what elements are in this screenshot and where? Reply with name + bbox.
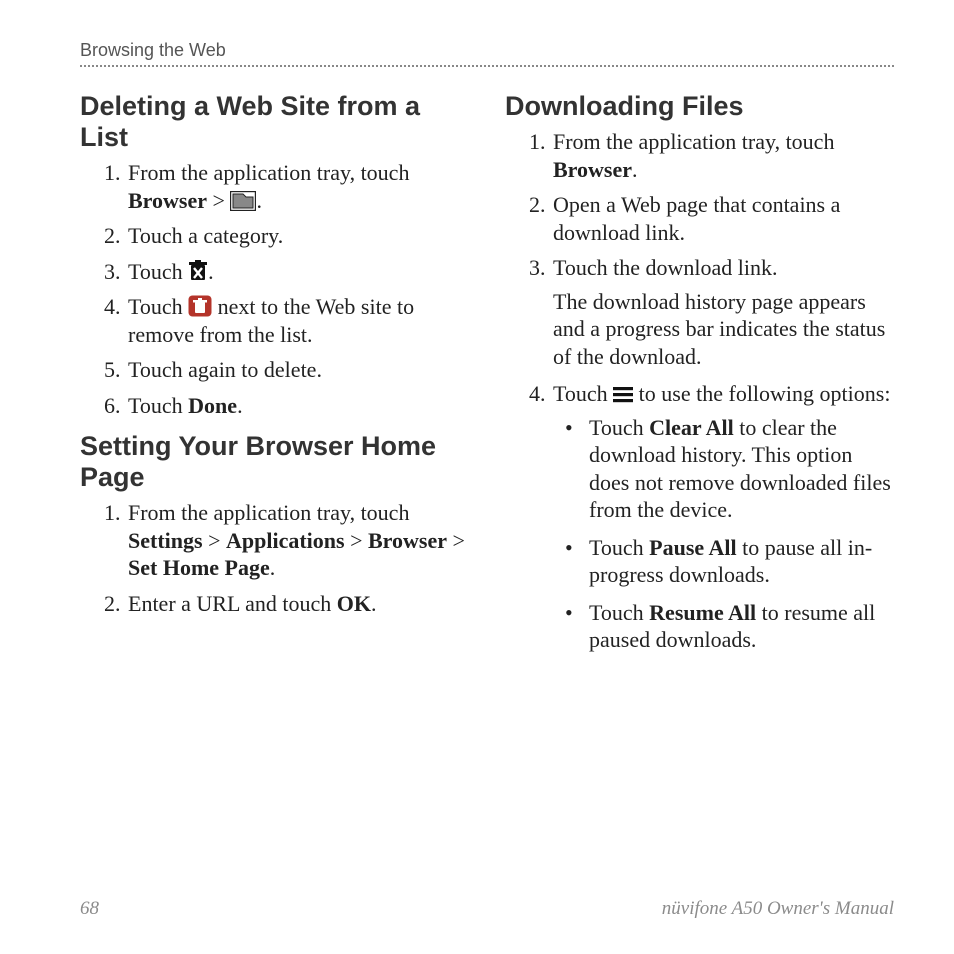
bold-text: Browser <box>553 157 632 182</box>
text: From the application tray, touch <box>128 160 409 185</box>
text: Enter a URL and touch <box>128 591 337 616</box>
text: . <box>237 393 243 418</box>
text: > <box>447 528 465 553</box>
list-item: Touch next to the Web site to remove fro… <box>126 293 469 348</box>
text: > <box>345 528 368 553</box>
bold-text: Done <box>188 393 237 418</box>
text: Touch <box>589 600 649 625</box>
bold-text: Clear All <box>649 415 734 440</box>
text: Touch <box>589 415 649 440</box>
text: Touch <box>589 535 649 560</box>
text: > <box>203 528 226 553</box>
text: . <box>632 157 638 182</box>
page-footer: 68 nüvifone A50 Owner's Manual <box>80 898 894 920</box>
text: From the application tray, touch <box>128 500 409 525</box>
list-item: Touch to use the following options: Touc… <box>551 380 894 654</box>
page-number: 68 <box>80 898 99 920</box>
text: . <box>256 188 262 213</box>
bold-text: Pause All <box>649 535 736 560</box>
header-divider <box>80 65 894 67</box>
steps-delete-site: From the application tray, touch Browser… <box>80 159 469 419</box>
list-item: Touch Clear All to clear the download hi… <box>559 414 894 524</box>
text: . <box>270 555 276 580</box>
text: > <box>207 188 230 213</box>
trash-red-icon <box>188 295 212 317</box>
sub-options: Touch Clear All to clear the download hi… <box>553 414 894 654</box>
bold-text: Applications <box>226 528 345 553</box>
list-item: Touch a category. <box>126 222 469 250</box>
menu-lines-icon <box>613 386 633 404</box>
text: to use the following options: <box>633 381 890 406</box>
list-item: Open a Web page that contains a download… <box>551 191 894 246</box>
trash-x-icon <box>188 260 208 282</box>
text: Touch <box>128 259 188 284</box>
bold-text: Browser <box>128 188 207 213</box>
steps-set-home-page: From the application tray, touch Setting… <box>80 499 469 617</box>
text: From the application tray, touch <box>553 129 834 154</box>
bold-text: Settings <box>128 528 203 553</box>
heading-set-home-page: Setting Your Browser Home Page <box>80 431 469 493</box>
manual-title: nüvifone A50 Owner's Manual <box>662 898 894 920</box>
list-item: Touch the download link. The download hi… <box>551 254 894 370</box>
bold-text: Set Home Page <box>128 555 270 580</box>
list-item: Touch Resume All to resume all paused do… <box>559 599 894 654</box>
right-column: Downloading Files From the application t… <box>505 79 894 664</box>
paragraph: The download history page appears and a … <box>553 288 894 371</box>
text: Touch <box>128 393 188 418</box>
list-item: Touch again to delete. <box>126 356 469 384</box>
list-item: Touch . <box>126 258 469 286</box>
list-item: From the application tray, touch Setting… <box>126 499 469 582</box>
list-item: Touch Pause All to pause all in-progress… <box>559 534 894 589</box>
bold-text: Browser <box>368 528 447 553</box>
bold-text: Resume All <box>649 600 756 625</box>
left-column: Deleting a Web Site from a List From the… <box>80 79 469 664</box>
bold-text: OK <box>337 591 371 616</box>
list-item: Enter a URL and touch OK. <box>126 590 469 618</box>
heading-downloading-files: Downloading Files <box>505 91 894 122</box>
bookmark-folder-icon <box>230 191 256 211</box>
text: . <box>208 259 214 284</box>
two-column-layout: Deleting a Web Site from a List From the… <box>80 79 894 664</box>
running-header: Browsing the Web <box>80 40 894 61</box>
text: . <box>371 591 377 616</box>
list-item: From the application tray, touch Browser… <box>551 128 894 183</box>
text: Touch the download link. <box>553 255 778 280</box>
steps-downloading-files: From the application tray, touch Browser… <box>505 128 894 654</box>
text: Touch <box>128 294 188 319</box>
list-item: Touch Done. <box>126 392 469 420</box>
list-item: From the application tray, touch Browser… <box>126 159 469 214</box>
heading-delete-site: Deleting a Web Site from a List <box>80 91 469 153</box>
manual-page: Browsing the Web Deleting a Web Site fro… <box>0 0 954 954</box>
text: Touch <box>553 381 613 406</box>
